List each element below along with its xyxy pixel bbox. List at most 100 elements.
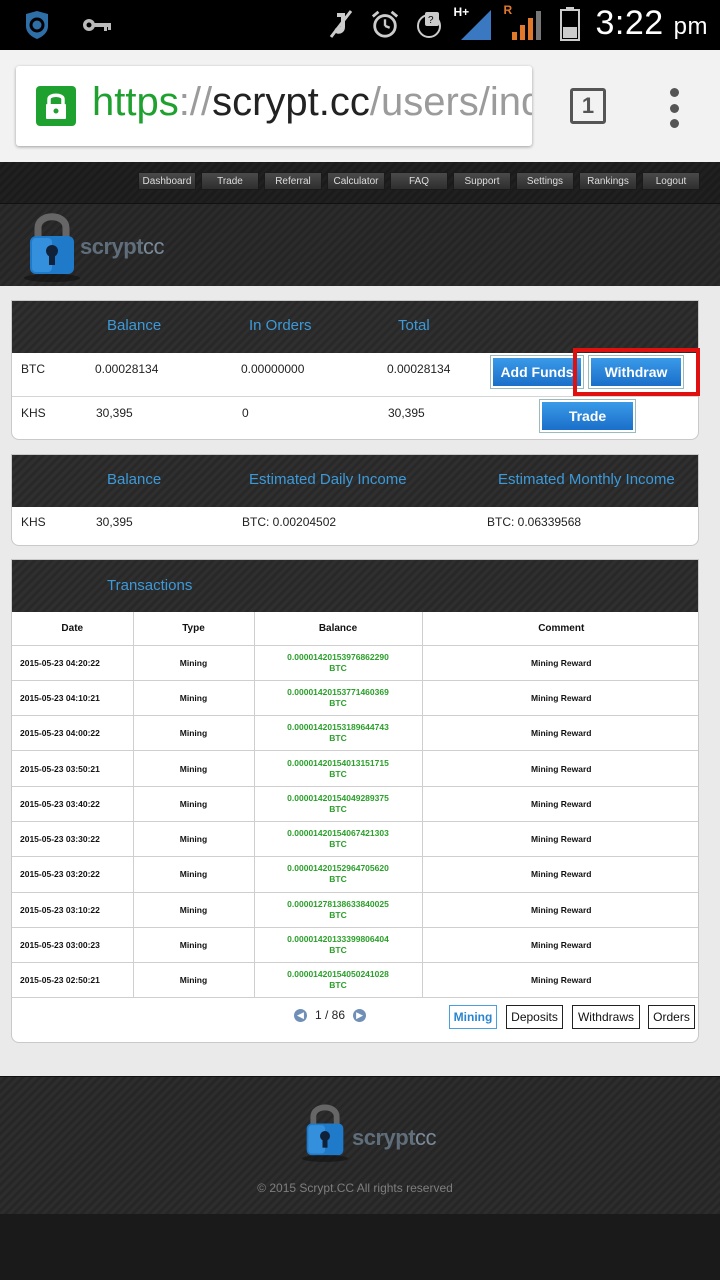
filter-withdraws[interactable]: Withdraws (572, 1005, 640, 1029)
main-content: Balance In Orders Total BTC 0.00028134 0… (0, 286, 720, 1076)
main-nav: Dashboard Trade Referral Calculator FAQ … (138, 172, 700, 190)
tx-comment: Mining Reward (421, 891, 698, 928)
site-logo-icon[interactable] (22, 208, 82, 287)
network-type-label: H+ (453, 4, 470, 19)
prev-page-icon[interactable]: ◀ (294, 1008, 307, 1022)
copyright-text: © 2015 Scrypt.CC All rights reserved (257, 1181, 453, 1195)
table-row: 2015-05-23 03:20:22 Mining 0.0000142015296… (12, 856, 698, 893)
nav-trade[interactable]: Trade (201, 172, 259, 190)
tx-type: Mining (132, 750, 255, 787)
tx-balance: 0.00001420154013151715 BTC (253, 750, 423, 787)
svg-text:?: ? (428, 15, 434, 26)
transactions-table: Date Type Balance Comment 2015-05-23 04:… (12, 612, 698, 999)
table-row: 2015-05-23 04:10:21 Mining 0.0000142015377… (12, 679, 698, 717)
tx-amount: 0.00001420133399806404 (287, 934, 389, 945)
transactions-title: Transactions (107, 577, 193, 594)
table-row: 2015-05-23 03:40:22 Mining 0.0000142015404… (12, 785, 698, 822)
overflow-menu-icon[interactable] (668, 88, 680, 128)
pagination: ◀ 1 / 86 ▶ (294, 1008, 367, 1022)
tx-amount: 0.00001420154049289375 (287, 792, 389, 803)
nav-logout[interactable]: Logout (642, 172, 700, 190)
table-row: 2015-05-23 03:10:22 Mining 0.0000127813863… (12, 891, 698, 928)
balance-value: 30,395 (96, 406, 133, 420)
balance-value: 0.00028134 (95, 362, 159, 376)
balances-header: Balance In Orders Total (12, 301, 698, 353)
tx-balance: 0.00001420133399806404 BTC (253, 926, 423, 964)
logo-text-bold: scrypt (80, 234, 144, 259)
filter-deposits[interactable]: Deposits (506, 1005, 563, 1029)
page-bottom (0, 1214, 720, 1280)
tx-type: Mining (132, 785, 255, 822)
table-row: 2015-05-23 04:20:22 Mining 0.0000142015397… (12, 644, 698, 681)
col-total: Total (398, 317, 430, 334)
battery-icon (558, 6, 582, 41)
tx-date: 2015-05-23 04:00:22 (12, 715, 134, 752)
table-row: 2015-05-23 03:00:23 Mining 0.0000142013339… (12, 926, 698, 964)
tx-date: 2015-05-23 03:10:22 (12, 891, 134, 928)
tab-switcher-button[interactable]: 1 (570, 88, 606, 124)
url-host: scrypt.cc (212, 80, 370, 124)
tx-type: Mining (132, 820, 255, 858)
tx-type: Mining (132, 891, 255, 928)
filter-mining[interactable]: Mining (449, 1005, 497, 1029)
tx-comment: Mining Reward (421, 926, 698, 964)
tx-balance: 0.00001420154050241028 BTC (253, 962, 423, 999)
tx-amount: 0.00001420153771460369 (287, 686, 389, 697)
site-footer: scryptcc © 2015 Scrypt.CC All rights res… (0, 1076, 720, 1214)
col-balance: Balance (107, 471, 162, 488)
table-row: 2015-05-23 03:50:21 Mining 0.0000142015401… (12, 750, 698, 787)
tx-date: 2015-05-23 04:20:22 (12, 644, 134, 681)
browser-toolbar: https://scrypt.cc/users/index 1 (0, 50, 720, 162)
transactions-header: Transactions (12, 560, 698, 612)
nav-referral[interactable]: Referral (264, 172, 322, 190)
table-row: 2015-05-23 03:30:22 Mining 0.0000142015406… (12, 820, 698, 858)
filter-orders[interactable]: Orders (648, 1005, 695, 1029)
url-separator: :// (178, 80, 213, 124)
nav-faq[interactable]: FAQ (390, 172, 448, 190)
next-page-icon[interactable]: ▶ (353, 1008, 367, 1022)
tx-type: Mining (132, 679, 255, 717)
col-in-orders: In Orders (249, 317, 312, 334)
tx-comment: Mining Reward (421, 679, 698, 717)
footer-logo-text: scryptcc (352, 1125, 437, 1151)
income-header: Balance Estimated Daily Income Estimated… (12, 455, 698, 507)
col-balance: Balance (253, 612, 423, 646)
nav-support[interactable]: Support (453, 172, 511, 190)
total-value: 0.00028134 (387, 362, 451, 376)
address-bar[interactable]: https://scrypt.cc/users/index (16, 66, 532, 146)
tx-balance: 0.00001420154067421303 BTC (253, 820, 423, 858)
nav-dashboard[interactable]: Dashboard (138, 172, 196, 190)
url-path: /users/index (369, 80, 532, 124)
clock-time: 3:22 (595, 4, 664, 42)
nav-calculator[interactable]: Calculator (327, 172, 385, 190)
table-row: 2015-05-23 04:00:22 Mining 0.0000142015318… (12, 715, 698, 752)
secure-lock-icon[interactable] (36, 86, 76, 126)
table-header-row: Date Type Balance Comment (12, 612, 698, 646)
trade-button[interactable]: Trade (539, 399, 636, 433)
withdraw-highlight-box (573, 348, 700, 396)
site-logo-text: scryptcc (80, 234, 165, 260)
tx-balance: 0.00001420153771460369 BTC (253, 679, 423, 717)
tx-balance: 0.00001278138633840025 BTC (253, 891, 423, 928)
col-date: Date (12, 612, 134, 646)
url-text[interactable]: https://scrypt.cc/users/index (92, 80, 532, 125)
clock: 3:22 pm (596, 4, 708, 43)
tx-type: Mining (132, 856, 255, 893)
tx-date: 2015-05-23 03:00:23 (12, 926, 134, 964)
nav-rankings[interactable]: Rankings (579, 172, 637, 190)
tx-date: 2015-05-23 03:30:22 (12, 820, 134, 858)
data-saver-icon: ? (414, 9, 444, 39)
add-funds-button[interactable]: Add Funds (490, 355, 584, 389)
total-value: 30,395 (388, 406, 425, 420)
tx-date: 2015-05-23 02:50:21 (12, 962, 134, 999)
tx-unit: BTC (329, 874, 347, 885)
nav-settings[interactable]: Settings (516, 172, 574, 190)
tx-type: Mining (132, 926, 255, 964)
logo-text-light: cc (143, 234, 165, 259)
key-icon (82, 10, 112, 40)
tx-amount: 0.00001420152964705620 (287, 863, 389, 874)
tx-type: Mining (132, 715, 255, 752)
transactions-body: 2015-05-23 04:20:22 Mining 0.0000142015397… (12, 644, 698, 999)
tx-comment: Mining Reward (421, 820, 698, 858)
in-orders-value: 0.00000000 (241, 362, 305, 376)
